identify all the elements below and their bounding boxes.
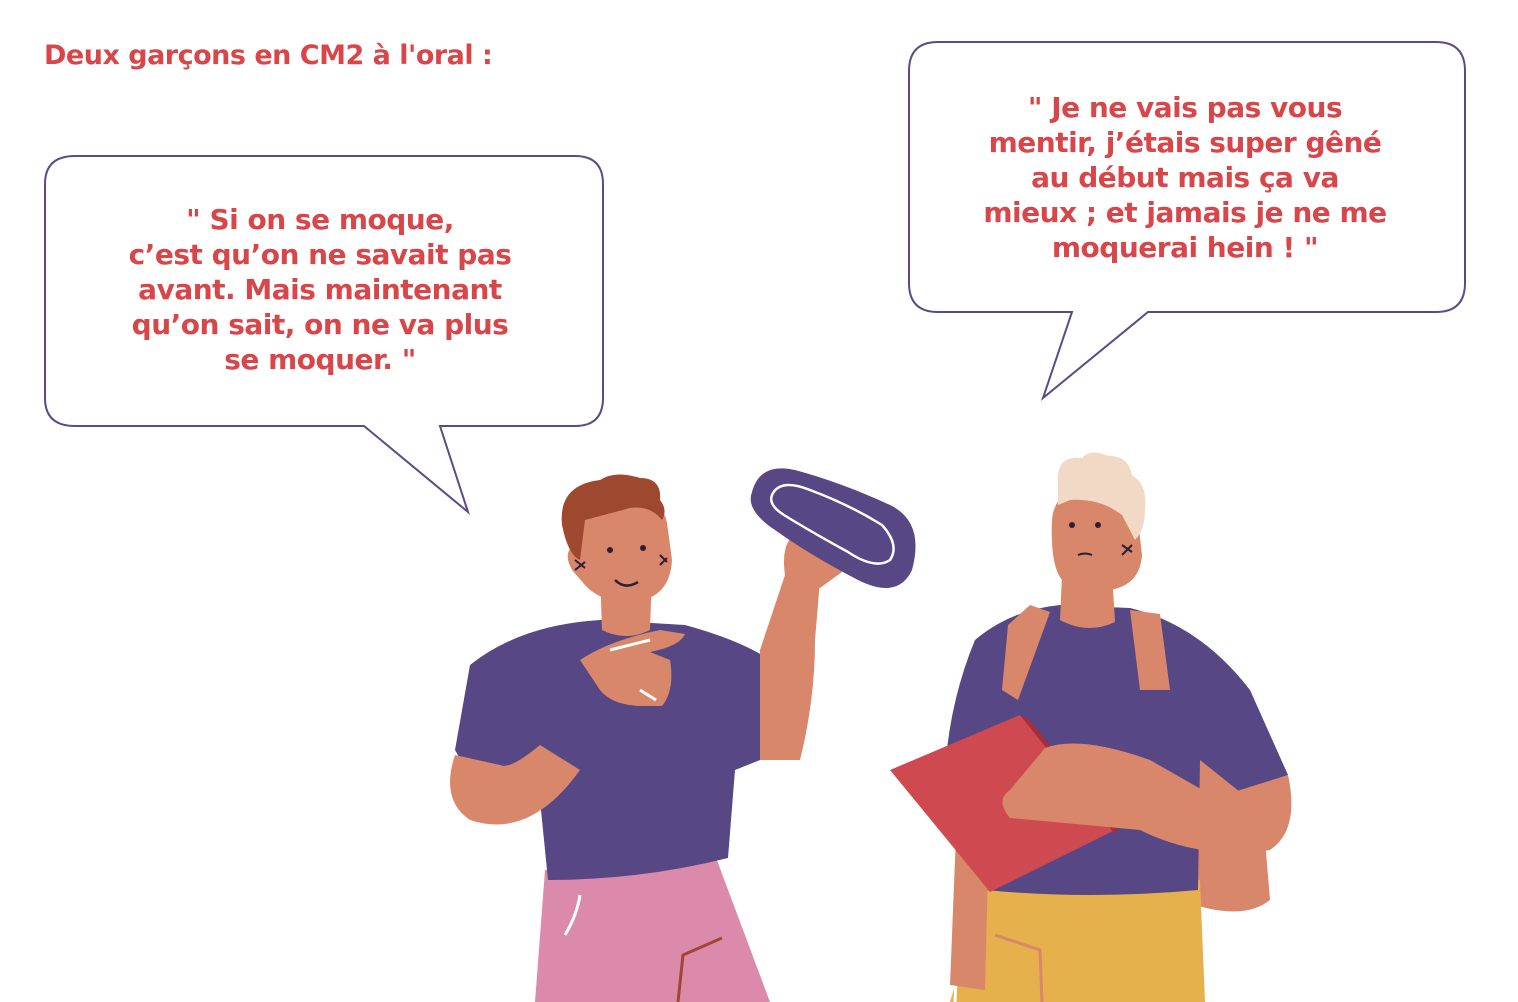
quote-right-line: " Je ne vais pas vous [1027,91,1343,124]
page: Deux garçons en CM2 à l'oral : " Si on s… [0,0,1518,1002]
quote-left-line: " Si on se moque, [186,203,454,236]
left-boy-figure [450,474,844,1002]
quote-right: " Je ne vais pas vous mentir, j’étais su… [930,90,1440,265]
quote-right-line: mieux ; et jamais je ne me [983,196,1387,229]
quote-left-line: se moquer. " [224,343,416,376]
quote-left-line: avant. Mais maintenant [138,273,502,306]
quote-right-line: moquerai hein ! " [1051,231,1319,264]
quote-right-line: mentir, j’étais super gêné [988,126,1382,159]
right-boy-shorts [950,880,1205,1002]
quote-left-line: qu’on sait, on ne va plus [131,308,509,341]
right-boy-figure [890,452,1292,1002]
quote-left-line: c’est qu’on ne savait pas [128,238,512,271]
quote-left: " Si on se moque, c’est qu’on ne savait … [70,202,570,377]
page-title: Deux garçons en CM2 à l'oral : [44,40,493,71]
left-boy-raised-arm [760,560,820,760]
quote-right-line: au début mais ça va [1031,161,1339,194]
